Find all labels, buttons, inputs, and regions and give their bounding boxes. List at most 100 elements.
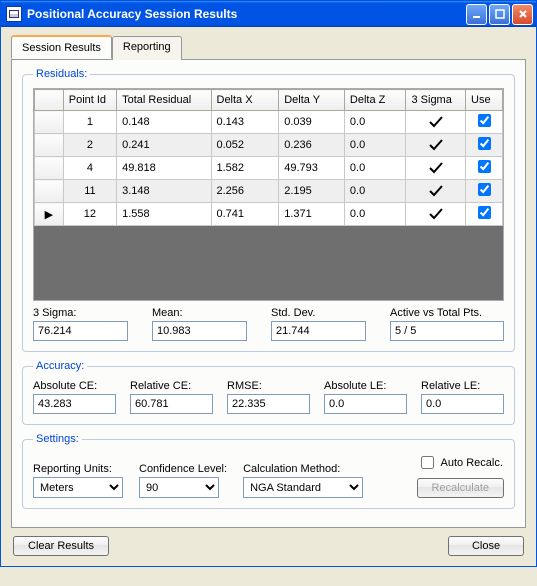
cell-3-sigma bbox=[406, 157, 466, 180]
col-delta-z[interactable]: Delta Z bbox=[344, 90, 406, 111]
calculation-method-label: Calculation Method: bbox=[243, 463, 363, 475]
dialog-buttons: Clear Results Close bbox=[13, 536, 524, 556]
cell-use bbox=[466, 180, 503, 203]
confidence-level-label: Confidence Level: bbox=[139, 463, 227, 475]
calculation-method-select[interactable]: NGA Standard bbox=[243, 477, 363, 498]
recalculate-button[interactable]: Recalculate bbox=[417, 478, 504, 498]
mean-label: Mean: bbox=[152, 307, 247, 319]
cell-point-id: 1 bbox=[63, 111, 116, 134]
rel-ce-field[interactable] bbox=[130, 394, 213, 414]
cell-total-residual: 3.148 bbox=[117, 180, 211, 203]
cell-3-sigma bbox=[406, 134, 466, 157]
cell-use bbox=[466, 134, 503, 157]
row-header-blank bbox=[35, 90, 64, 111]
cell-delta-z: 0.0 bbox=[344, 203, 406, 226]
row-marker bbox=[35, 111, 64, 134]
cell-3-sigma bbox=[406, 203, 466, 226]
cell-delta-x: 1.582 bbox=[211, 157, 279, 180]
reporting-units-label: Reporting Units: bbox=[33, 463, 123, 475]
rmse-field[interactable] bbox=[227, 394, 310, 414]
close-dialog-button[interactable]: Close bbox=[448, 536, 524, 556]
cell-delta-x: 0.052 bbox=[211, 134, 279, 157]
row-marker bbox=[35, 180, 64, 203]
row-marker bbox=[35, 134, 64, 157]
table-row[interactable]: 449.8181.58249.7930.0 bbox=[35, 157, 503, 180]
cell-total-residual: 49.818 bbox=[117, 157, 211, 180]
std-dev-label: Std. Dev. bbox=[271, 307, 366, 319]
clear-results-button[interactable]: Clear Results bbox=[13, 536, 109, 556]
cell-point-id: 4 bbox=[63, 157, 116, 180]
rel-ce-label: Relative CE: bbox=[130, 380, 213, 392]
cell-3-sigma bbox=[406, 111, 466, 134]
window: Positional Accuracy Session Results Sess… bbox=[0, 0, 537, 567]
use-checkbox[interactable] bbox=[478, 137, 491, 150]
settings-legend: Settings: bbox=[33, 433, 82, 445]
cell-delta-y: 0.039 bbox=[279, 111, 345, 134]
accuracy-group: Accuracy: Absolute CE: Relative CE: RMSE… bbox=[22, 360, 515, 425]
residuals-grid: Point Id Total Residual Delta X Delta Y … bbox=[34, 89, 503, 226]
cell-point-id: 11 bbox=[63, 180, 116, 203]
three-sigma-field[interactable] bbox=[33, 321, 128, 341]
cell-delta-y: 49.793 bbox=[279, 157, 345, 180]
residuals-group: Residuals: Point Id Total Resid bbox=[22, 68, 515, 352]
cell-3-sigma bbox=[406, 180, 466, 203]
table-row[interactable]: 20.2410.0520.2360.0 bbox=[35, 134, 503, 157]
use-checkbox[interactable] bbox=[478, 160, 491, 173]
col-delta-y[interactable]: Delta Y bbox=[279, 90, 345, 111]
col-point-id[interactable]: Point Id bbox=[63, 90, 116, 111]
cell-delta-x: 2.256 bbox=[211, 180, 279, 203]
three-sigma-label: 3 Sigma: bbox=[33, 307, 128, 319]
minimize-button[interactable] bbox=[466, 4, 487, 25]
window-buttons bbox=[466, 4, 533, 25]
cell-delta-x: 0.741 bbox=[211, 203, 279, 226]
reporting-units-select[interactable]: Meters bbox=[33, 477, 123, 498]
row-marker: ▶ bbox=[35, 203, 64, 226]
confidence-level-select[interactable]: 90 bbox=[139, 477, 219, 498]
cell-delta-z: 0.0 bbox=[344, 157, 406, 180]
tab-reporting[interactable]: Reporting bbox=[112, 36, 182, 60]
tab-strip: Session Results Reporting bbox=[11, 35, 526, 59]
window-title: Positional Accuracy Session Results bbox=[27, 7, 466, 21]
abs-ce-label: Absolute CE: bbox=[33, 380, 116, 392]
col-use[interactable]: Use bbox=[466, 90, 503, 111]
table-row[interactable]: 113.1482.2562.1950.0 bbox=[35, 180, 503, 203]
col-3-sigma[interactable]: 3 Sigma bbox=[406, 90, 466, 111]
cell-total-residual: 1.558 bbox=[117, 203, 211, 226]
cell-point-id: 2 bbox=[63, 134, 116, 157]
maximize-button[interactable] bbox=[489, 4, 510, 25]
tab-panel-session: Residuals: Point Id Total Resid bbox=[11, 59, 526, 528]
rel-le-field[interactable] bbox=[421, 394, 504, 414]
active-pts-field[interactable] bbox=[390, 321, 504, 341]
client-area: Session Results Reporting Residuals: bbox=[1, 27, 536, 566]
active-pts-label: Active vs Total Pts. bbox=[390, 307, 504, 319]
col-total-residual[interactable]: Total Residual bbox=[117, 90, 211, 111]
auto-recalc-checkbox[interactable] bbox=[421, 456, 434, 469]
cell-use bbox=[466, 157, 503, 180]
tab-session-results[interactable]: Session Results bbox=[11, 35, 112, 59]
residuals-grid-wrap[interactable]: Point Id Total Residual Delta X Delta Y … bbox=[33, 88, 504, 301]
rel-le-label: Relative LE: bbox=[421, 380, 504, 392]
accuracy-legend: Accuracy: bbox=[33, 360, 87, 372]
use-checkbox[interactable] bbox=[478, 206, 491, 219]
cell-delta-z: 0.0 bbox=[344, 180, 406, 203]
std-dev-field[interactable] bbox=[271, 321, 366, 341]
cell-delta-y: 0.236 bbox=[279, 134, 345, 157]
abs-le-label: Absolute LE: bbox=[324, 380, 407, 392]
grid-header-row: Point Id Total Residual Delta X Delta Y … bbox=[35, 90, 503, 111]
auto-recalc-row[interactable]: Auto Recalc. bbox=[417, 453, 503, 472]
close-button[interactable] bbox=[512, 4, 533, 25]
cell-delta-x: 0.143 bbox=[211, 111, 279, 134]
table-row[interactable]: ▶121.5580.7411.3710.0 bbox=[35, 203, 503, 226]
abs-le-field[interactable] bbox=[324, 394, 407, 414]
abs-ce-field[interactable] bbox=[33, 394, 116, 414]
mean-field[interactable] bbox=[152, 321, 247, 341]
cell-delta-y: 1.371 bbox=[279, 203, 345, 226]
use-checkbox[interactable] bbox=[478, 114, 491, 127]
cell-delta-z: 0.0 bbox=[344, 111, 406, 134]
titlebar: Positional Accuracy Session Results bbox=[1, 1, 536, 27]
cell-total-residual: 0.241 bbox=[117, 134, 211, 157]
use-checkbox[interactable] bbox=[478, 183, 491, 196]
cell-use bbox=[466, 111, 503, 134]
table-row[interactable]: 10.1480.1430.0390.0 bbox=[35, 111, 503, 134]
col-delta-x[interactable]: Delta X bbox=[211, 90, 279, 111]
